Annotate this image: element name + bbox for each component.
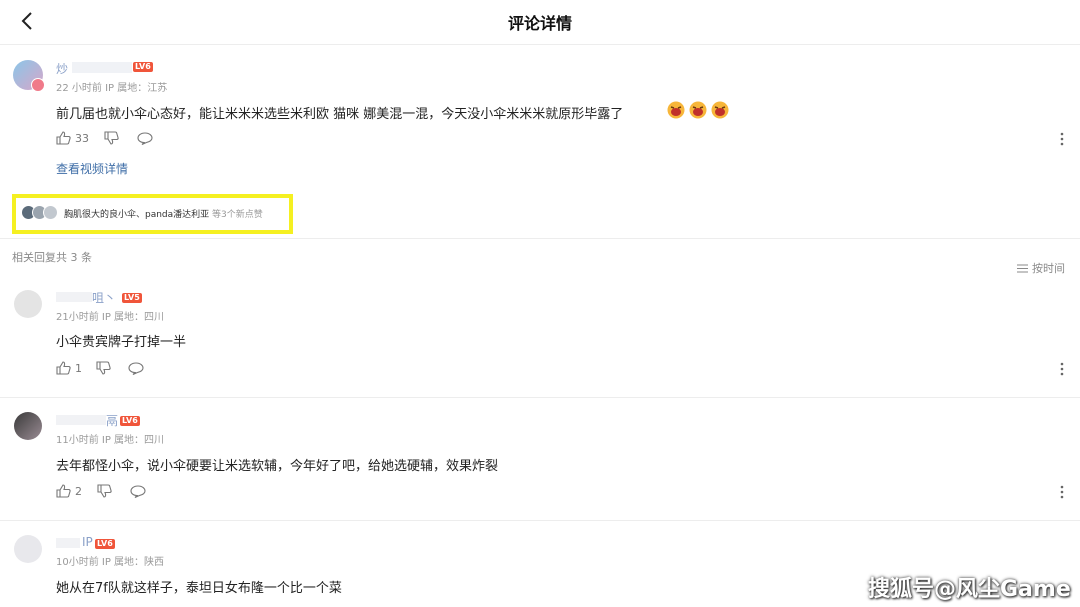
- more-options-icon[interactable]: [1059, 361, 1065, 377]
- avatar[interactable]: [14, 535, 42, 563]
- thumbs-up-icon: [56, 361, 71, 375]
- header-divider: [0, 44, 1080, 45]
- username[interactable]: 鬲: [106, 412, 118, 429]
- reply-divider: [0, 397, 1080, 398]
- reply-divider: [0, 520, 1080, 521]
- laughing-emoji-icon: [667, 101, 685, 119]
- likers-names: 胸肌很大的良小伞、panda潘达利亚: [64, 210, 210, 220]
- thumbs-down-icon[interactable]: [104, 131, 119, 145]
- sort-icon: [1017, 263, 1028, 273]
- emoji-group: [667, 101, 729, 119]
- thumbs-up-icon: [56, 484, 71, 498]
- comment-bubble-icon[interactable]: [130, 485, 146, 498]
- reply-meta: 10小时前 IP 属地：陕西: [56, 557, 165, 568]
- avatar[interactable]: [14, 290, 42, 318]
- reply-content: 去年都怪小伞，说小伞硬要让米选软辅，今年好了吧，给她选硬辅，效果炸裂: [56, 459, 499, 474]
- username[interactable]: IP: [82, 535, 93, 549]
- like-button[interactable]: 1: [56, 361, 82, 375]
- thumbs-down-icon[interactable]: [97, 484, 112, 498]
- more-options-icon[interactable]: [1059, 131, 1065, 147]
- comment-bubble-icon[interactable]: [137, 132, 153, 145]
- username[interactable]: 咀丶: [92, 289, 116, 306]
- avatar[interactable]: [14, 412, 42, 440]
- watermark-text: 搜狐号@风尘Game: [868, 577, 1071, 602]
- username-blur: [56, 415, 106, 425]
- reply-meta: 21小时前 IP 属地：四川: [56, 312, 165, 323]
- level-badge: LV6: [95, 539, 115, 549]
- reply-content: 她从在7f队就这样子，泰坦日女布隆一个比一个菜: [56, 581, 342, 596]
- thumbs-up-icon: [56, 131, 71, 145]
- reply-content: 小伞贵宾牌子打掉一半: [56, 335, 187, 350]
- like-button[interactable]: 33: [56, 131, 89, 145]
- comment-bubble-icon[interactable]: [128, 362, 144, 375]
- like-count: 33: [75, 131, 89, 145]
- thumbs-down-icon[interactable]: [96, 361, 111, 375]
- likers-count: 等3个新点赞: [212, 210, 263, 220]
- laughing-emoji-icon: [711, 101, 729, 119]
- sort-button[interactable]: 按时间: [1017, 260, 1065, 276]
- username-blur: [56, 292, 92, 302]
- more-options-icon[interactable]: [1059, 484, 1065, 500]
- username-blur: [72, 62, 132, 73]
- level-badge: LV5: [122, 293, 142, 303]
- like-count: 1: [75, 361, 82, 375]
- like-button[interactable]: 2: [56, 484, 82, 498]
- liker-avatars[interactable]: [21, 205, 58, 220]
- section-divider: [0, 238, 1080, 239]
- liker-avatar: [43, 205, 58, 220]
- view-video-link[interactable]: 查看视频详情: [56, 160, 128, 177]
- page-title: 评论详情: [507, 14, 572, 33]
- comment-meta: 22 小时前 IP 属地：江苏: [56, 83, 168, 94]
- reply-meta: 11小时前 IP 属地：四川: [56, 435, 165, 446]
- likers-text[interactable]: 胸肌很大的良小伞、panda潘达利亚 等3个新点赞: [64, 207, 263, 220]
- replies-count-title: 相关回复共 3 条: [12, 251, 92, 264]
- avatar-badge-icon: [31, 78, 45, 92]
- comment-content: 前几届也就小伞心态好，能让米米米选些米利欧 猫咪 娜美混一混，今天没小伞米米米就…: [56, 107, 624, 122]
- sort-label: 按时间: [1032, 262, 1065, 275]
- username[interactable]: 炒: [56, 60, 68, 77]
- username-blur: [56, 538, 80, 548]
- like-count: 2: [75, 484, 82, 498]
- level-badge: LV6: [133, 62, 153, 72]
- laughing-emoji-icon: [689, 101, 707, 119]
- level-badge: LV6: [120, 416, 140, 426]
